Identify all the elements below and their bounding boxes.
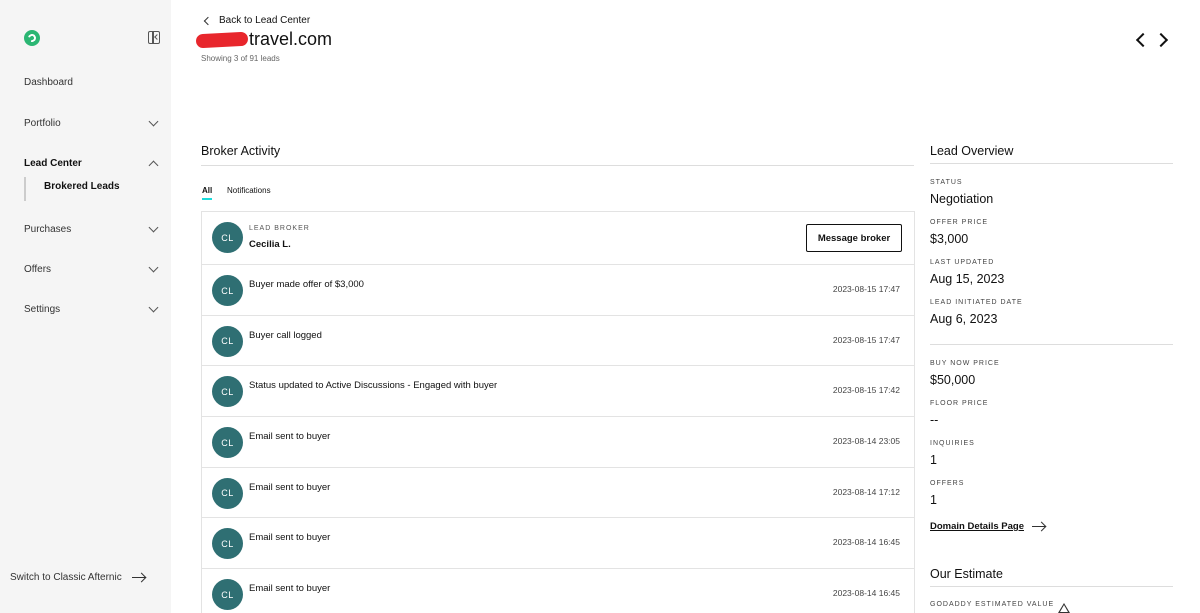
sidebar-item-offers[interactable]: Offers [24,259,160,279]
broker-activity-title: Broker Activity [201,144,281,158]
buy-now-label: BUY NOW PRICE [930,360,1000,367]
our-estimate-title: Our Estimate [930,567,1003,581]
event-timestamp: 2023-08-15 17:42 [832,385,900,396]
godaddy-estimate-label: GODADDY ESTIMATED VALUE [930,601,1055,608]
activity-feed: CL LEAD BROKER Cecilia L. Message broker… [201,211,915,613]
domain-details-link[interactable]: Domain Details Page [930,521,1045,532]
event-timestamp: 2023-08-14 16:45 [832,588,900,599]
sidebar-item-dashboard[interactable]: Dashboard [24,72,160,92]
sidebar-item-brokered-leads[interactable]: Brokered Leads [44,181,120,192]
avatar: CL [212,477,243,509]
arrow-right-icon [131,576,145,579]
sidebar: Dashboard Portfolio Lead Center Brokered… [0,0,171,613]
message-broker-button[interactable]: Message broker [806,224,902,252]
list-item: CL Email sent to buyer 2023-08-14 23:05 [202,417,914,468]
avatar: CL [212,325,243,357]
arrow-right-icon [1031,525,1045,528]
divider [930,586,1173,587]
sidebar-item-purchases[interactable]: Purchases [24,219,160,239]
event-text: Buyer made offer of $3,000 [249,279,364,290]
event-text: Buyer call logged [249,329,322,341]
offer-price-value: $3,000 [930,232,969,246]
chevron-left-icon [203,16,213,25]
initiated-label: LEAD INITIATED DATE [930,299,1023,306]
sidebar-item-label: Settings [24,303,61,315]
event-text: Email sent to buyer [249,532,331,544]
list-item: CL Email sent to buyer 2023-08-14 16:45 [202,569,914,613]
avatar: CL [212,579,243,611]
avatar: CL [212,222,243,253]
divider [201,165,914,166]
sidebar-item-label: Offers [24,263,52,275]
lead-count: Showing 3 of 91 leads [201,54,280,63]
lead-broker-row: CL LEAD BROKER Cecilia L. Message broker [202,212,914,265]
chevron-down-icon [148,302,159,312]
inquiries-label: INQUIRIES [930,440,975,447]
back-label: Back to Lead Center [219,15,311,26]
next-lead-icon[interactable] [1153,32,1169,48]
page-title: travel.com [195,29,333,50]
list-item: CL Status updated to Active Discussions … [202,366,914,418]
divider [930,163,1173,164]
event-text: Email sent to buyer [249,431,331,443]
event-timestamp: 2023-08-14 23:05 [832,436,900,447]
list-item: CL Email sent to buyer 2023-08-14 16:45 [202,518,914,570]
tab-all[interactable]: All [202,186,213,200]
switch-classic-label: Switch to Classic Afternic [10,572,122,583]
lead-overview-title: Lead Overview [930,144,1014,158]
offer-price-label: OFFER PRICE [930,219,989,226]
avatar: CL [212,528,243,560]
event-timestamp: 2023-08-14 16:45 [832,537,900,548]
afternic-logo-icon[interactable] [24,30,40,46]
warning-icon[interactable] [1058,603,1070,613]
avatar: CL [212,427,243,459]
event-timestamp: 2023-08-15 17:47 [832,334,900,345]
inquiries-value: 1 [930,453,937,467]
redaction-mark [195,31,249,48]
last-updated-value: Aug 15, 2023 [930,272,1005,286]
avatar: CL [212,376,243,408]
tab-notifications[interactable]: Notifications [227,186,271,195]
initiated-value: Aug 6, 2023 [930,312,998,326]
avatar: CL [212,275,243,306]
offers-value: 1 [930,493,937,507]
submenu-rail [24,177,26,201]
sidebar-item-lead-center[interactable]: Lead Center [24,153,160,173]
event-timestamp: 2023-08-14 17:12 [832,486,900,497]
last-updated-label: LAST UPDATED [930,259,995,266]
list-item: CL Email sent to buyer 2023-08-14 17:12 [202,468,914,519]
list-item: CL Buyer call logged 2023-08-15 17:47 [202,316,914,367]
previous-lead-icon[interactable] [1135,32,1151,48]
back-to-lead-center-link[interactable]: Back to Lead Center [203,15,311,26]
floor-price-value: -- [930,413,939,427]
buy-now-value: $50,000 [930,373,976,387]
sidebar-item-settings[interactable]: Settings [24,299,160,319]
chevron-down-icon [148,222,159,232]
offers-label: OFFERS [930,480,965,487]
event-text: Email sent to buyer [249,481,331,493]
list-item: CL Buyer made offer of $3,000 2023-08-15… [202,265,914,316]
broker-name: Cecilia L. [249,239,291,250]
chevron-up-icon [148,160,159,170]
divider [930,344,1173,345]
chevron-down-icon [148,262,159,272]
sidebar-item-label: Purchases [24,223,72,235]
status-value: Negotiation [930,192,994,206]
domain-details-label: Domain Details Page [930,521,1024,532]
sidebar-item-label: Dashboard [24,76,73,88]
domain-name: travel.com [249,29,333,49]
sidebar-item-portfolio[interactable]: Portfolio [24,113,160,133]
event-text: Email sent to buyer [249,583,331,595]
chevron-down-icon [148,116,159,126]
event-text: Status updated to Active Discussions - E… [249,380,498,392]
floor-price-label: FLOOR PRICE [930,400,989,407]
status-label: STATUS [930,179,963,186]
collapse-sidebar-icon[interactable] [148,31,160,44]
switch-classic-link[interactable]: Switch to Classic Afternic [10,572,145,583]
event-timestamp: 2023-08-15 17:47 [832,284,900,294]
sidebar-item-label: Portfolio [24,117,61,129]
lead-broker-label: LEAD BROKER [249,225,310,232]
sidebar-item-label: Lead Center [24,157,82,169]
